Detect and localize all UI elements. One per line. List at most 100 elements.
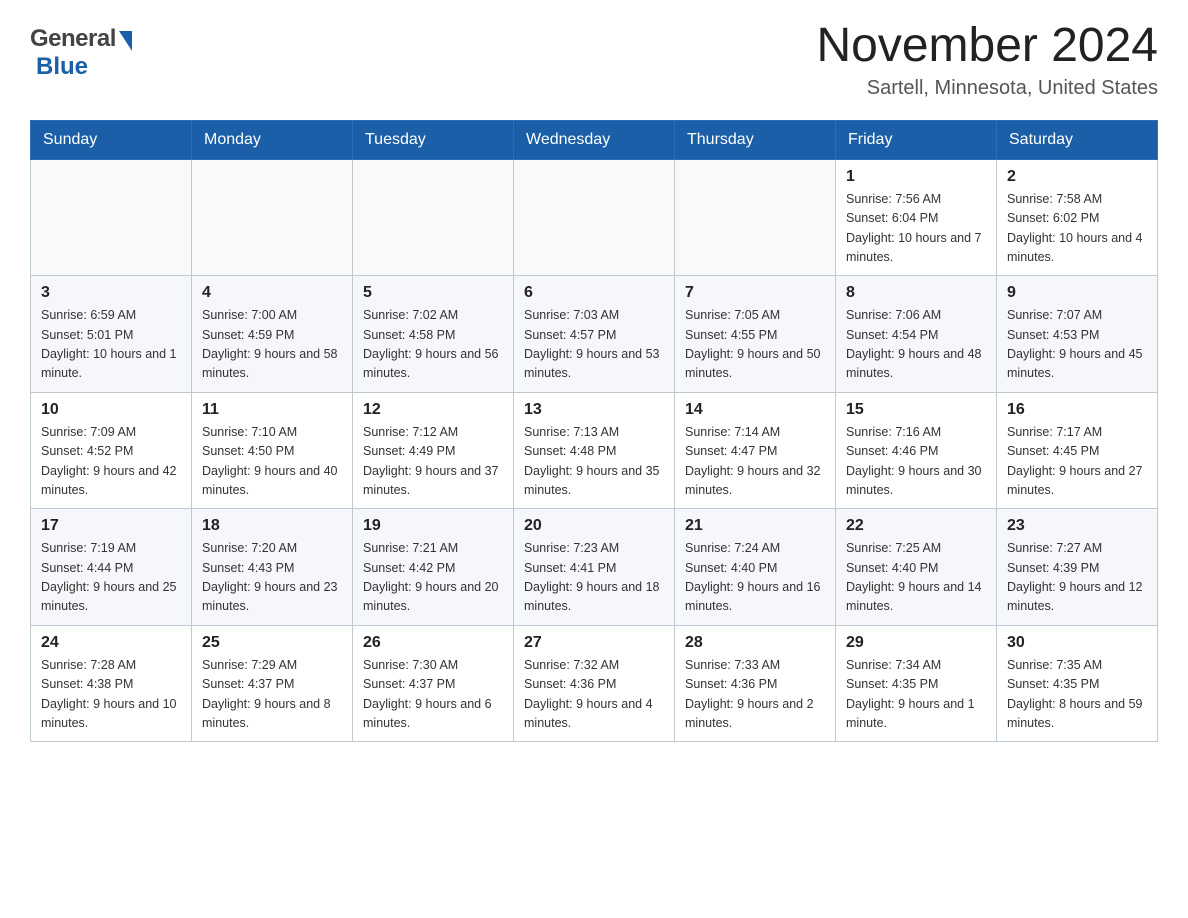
calendar-week-row: 10 Sunrise: 7:09 AM Sunset: 4:52 PM Dayli…: [31, 392, 1158, 509]
col-wednesday: Wednesday: [514, 120, 675, 159]
day-number: 9: [1007, 284, 1147, 302]
table-row: 16 Sunrise: 7:17 AM Sunset: 4:45 PM Dayli…: [997, 392, 1158, 509]
table-row: 7Sunrise: 7:05 AM Sunset: 4:55 PM Daylig…: [675, 276, 836, 393]
table-row: 21Sunrise: 7:24 AM Sunset: 4:40 PM Dayli…: [675, 509, 836, 626]
col-sunday: Sunday: [31, 120, 192, 159]
day-number: 8: [846, 284, 986, 302]
day-info: Sunrise: 6:59 AM Sunset: 5:01 PM Dayligh…: [41, 306, 181, 384]
day-number: 20: [524, 517, 664, 535]
calendar-table: Sunday Monday Tuesday Wednesday Thursday…: [30, 120, 1158, 743]
day-info: Sunrise: 7:13 AM Sunset: 4:48 PM Dayligh…: [524, 423, 664, 501]
calendar-header-row: Sunday Monday Tuesday Wednesday Thursday…: [31, 120, 1158, 159]
table-row: 4 Sunrise: 7:00 AM Sunset: 4:59 PM Daylig…: [192, 276, 353, 393]
table-row: 29Sunrise: 7:34 AM Sunset: 4:35 PM Dayli…: [836, 625, 997, 742]
table-row: 23 Sunrise: 7:27 AM Sunset: 4:39 PM Dayli…: [997, 509, 1158, 626]
table-row: 5 Sunrise: 7:02 AM Sunset: 4:58 PM Daylig…: [353, 276, 514, 393]
table-row: [353, 159, 514, 276]
day-number: 29: [846, 634, 986, 652]
subtitle: Sartell, Minnesota, United States: [816, 77, 1158, 100]
title-section: November 2024 Sartell, Minnesota, United…: [816, 20, 1158, 100]
day-info: Sunrise: 7:28 AM Sunset: 4:38 PM Dayligh…: [41, 656, 181, 734]
day-number: 2: [1007, 168, 1147, 186]
day-number: 6: [524, 284, 664, 302]
calendar-week-row: 17 Sunrise: 7:19 AM Sunset: 4:44 PM Dayli…: [31, 509, 1158, 626]
day-info: Sunrise: 7:25 AM Sunset: 4:40 PM Dayligh…: [846, 539, 986, 617]
calendar-week-row: 1Sunrise: 7:56 AM Sunset: 6:04 PM Daylig…: [31, 159, 1158, 276]
table-row: 27 Sunrise: 7:32 AM Sunset: 4:36 PM Dayli…: [514, 625, 675, 742]
col-tuesday: Tuesday: [353, 120, 514, 159]
day-number: 3: [41, 284, 181, 302]
day-number: 16: [1007, 401, 1147, 419]
table-row: 30Sunrise: 7:35 AM Sunset: 4:35 PM Dayli…: [997, 625, 1158, 742]
table-row: 15 Sunrise: 7:16 AM Sunset: 4:46 PM Dayli…: [836, 392, 997, 509]
day-number: 11: [202, 401, 342, 419]
day-number: 27: [524, 634, 664, 652]
table-row: 25Sunrise: 7:29 AM Sunset: 4:37 PM Dayli…: [192, 625, 353, 742]
day-info: Sunrise: 7:17 AM Sunset: 4:45 PM Dayligh…: [1007, 423, 1147, 501]
table-row: 9 Sunrise: 7:07 AM Sunset: 4:53 PM Daylig…: [997, 276, 1158, 393]
table-row: 22 Sunrise: 7:25 AM Sunset: 4:40 PM Dayli…: [836, 509, 997, 626]
day-info: Sunrise: 7:09 AM Sunset: 4:52 PM Dayligh…: [41, 423, 181, 501]
day-info: Sunrise: 7:14 AM Sunset: 4:47 PM Dayligh…: [685, 423, 825, 501]
table-row: 1Sunrise: 7:56 AM Sunset: 6:04 PM Daylig…: [836, 159, 997, 276]
day-number: 14: [685, 401, 825, 419]
logo: General Blue: [30, 20, 132, 81]
day-number: 25: [202, 634, 342, 652]
day-number: 12: [363, 401, 503, 419]
calendar-week-row: 3 Sunrise: 6:59 AM Sunset: 5:01 PM Daylig…: [31, 276, 1158, 393]
col-friday: Friday: [836, 120, 997, 159]
logo-general-text: General: [30, 25, 116, 53]
day-info: Sunrise: 7:00 AM Sunset: 4:59 PM Dayligh…: [202, 306, 342, 384]
day-info: Sunrise: 7:16 AM Sunset: 4:46 PM Dayligh…: [846, 423, 986, 501]
table-row: 28 Sunrise: 7:33 AM Sunset: 4:36 PM Dayli…: [675, 625, 836, 742]
table-row: 11 Sunrise: 7:10 AM Sunset: 4:50 PM Dayli…: [192, 392, 353, 509]
calendar-week-row: 24Sunrise: 7:28 AM Sunset: 4:38 PM Dayli…: [31, 625, 1158, 742]
table-row: 19Sunrise: 7:21 AM Sunset: 4:42 PM Dayli…: [353, 509, 514, 626]
table-row: [192, 159, 353, 276]
day-info: Sunrise: 7:03 AM Sunset: 4:57 PM Dayligh…: [524, 306, 664, 384]
table-row: 17 Sunrise: 7:19 AM Sunset: 4:44 PM Dayli…: [31, 509, 192, 626]
day-info: Sunrise: 7:19 AM Sunset: 4:44 PM Dayligh…: [41, 539, 181, 617]
day-info: Sunrise: 7:33 AM Sunset: 4:36 PM Dayligh…: [685, 656, 825, 734]
table-row: 10 Sunrise: 7:09 AM Sunset: 4:52 PM Dayli…: [31, 392, 192, 509]
day-number: 5: [363, 284, 503, 302]
table-row: [31, 159, 192, 276]
day-info: Sunrise: 7:12 AM Sunset: 4:49 PM Dayligh…: [363, 423, 503, 501]
day-number: 23: [1007, 517, 1147, 535]
day-number: 15: [846, 401, 986, 419]
logo-blue-text: Blue: [36, 53, 132, 81]
day-number: 10: [41, 401, 181, 419]
day-number: 28: [685, 634, 825, 652]
table-row: 3 Sunrise: 6:59 AM Sunset: 5:01 PM Daylig…: [31, 276, 192, 393]
table-row: 2 Sunrise: 7:58 AM Sunset: 6:02 PM Daylig…: [997, 159, 1158, 276]
table-row: 13 Sunrise: 7:13 AM Sunset: 4:48 PM Dayli…: [514, 392, 675, 509]
col-monday: Monday: [192, 120, 353, 159]
main-title: November 2024: [816, 20, 1158, 73]
day-info: Sunrise: 7:58 AM Sunset: 6:02 PM Dayligh…: [1007, 190, 1147, 268]
day-number: 21: [685, 517, 825, 535]
day-info: Sunrise: 7:56 AM Sunset: 6:04 PM Dayligh…: [846, 190, 986, 268]
day-info: Sunrise: 7:10 AM Sunset: 4:50 PM Dayligh…: [202, 423, 342, 501]
day-info: Sunrise: 7:27 AM Sunset: 4:39 PM Dayligh…: [1007, 539, 1147, 617]
table-row: 18Sunrise: 7:20 AM Sunset: 4:43 PM Dayli…: [192, 509, 353, 626]
day-number: 17: [41, 517, 181, 535]
table-row: [675, 159, 836, 276]
day-number: 13: [524, 401, 664, 419]
day-number: 4: [202, 284, 342, 302]
page-header: General Blue November 2024 Sartell, Minn…: [30, 20, 1158, 100]
day-number: 7: [685, 284, 825, 302]
day-number: 26: [363, 634, 503, 652]
day-info: Sunrise: 7:02 AM Sunset: 4:58 PM Dayligh…: [363, 306, 503, 384]
day-number: 22: [846, 517, 986, 535]
table-row: 8 Sunrise: 7:06 AM Sunset: 4:54 PM Daylig…: [836, 276, 997, 393]
day-info: Sunrise: 7:06 AM Sunset: 4:54 PM Dayligh…: [846, 306, 986, 384]
table-row: 24Sunrise: 7:28 AM Sunset: 4:38 PM Dayli…: [31, 625, 192, 742]
day-number: 30: [1007, 634, 1147, 652]
day-info: Sunrise: 7:07 AM Sunset: 4:53 PM Dayligh…: [1007, 306, 1147, 384]
day-info: Sunrise: 7:32 AM Sunset: 4:36 PM Dayligh…: [524, 656, 664, 734]
col-thursday: Thursday: [675, 120, 836, 159]
table-row: 20Sunrise: 7:23 AM Sunset: 4:41 PM Dayli…: [514, 509, 675, 626]
day-number: 18: [202, 517, 342, 535]
table-row: 12 Sunrise: 7:12 AM Sunset: 4:49 PM Dayli…: [353, 392, 514, 509]
day-info: Sunrise: 7:21 AM Sunset: 4:42 PM Dayligh…: [363, 539, 503, 617]
